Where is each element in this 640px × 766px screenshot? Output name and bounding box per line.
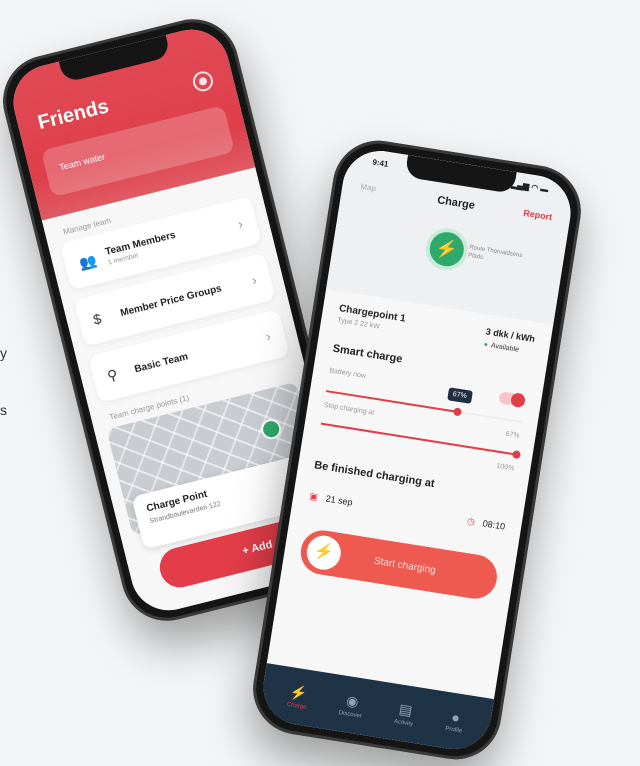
chargepoint-price: 3 dkk / kWh: [485, 326, 536, 345]
stop-row: Stop charging at 67%: [323, 402, 520, 440]
map-label: Route Thorvaldsens Plads: [467, 244, 523, 261]
smart-charge-toggle[interactable]: [498, 391, 526, 408]
battery-now-label: Battery now: [328, 366, 367, 380]
stop-slider-knob[interactable]: [511, 450, 522, 460]
tab-discover-label: Discover: [338, 709, 363, 720]
settings-icon[interactable]: [190, 69, 216, 94]
charge-body: Chargepoint 1 Type 2 22 kW 3 dkk / kWh A…: [280, 289, 553, 616]
tab-activity[interactable]: ▤ Activity: [393, 699, 417, 728]
start-charging-button[interactable]: ⚡ Start charging: [297, 527, 501, 602]
edge-text-1: y: [0, 345, 7, 361]
tab-charge-label: Charge: [286, 701, 307, 711]
date-picker[interactable]: ▣ 21 sep: [309, 491, 354, 509]
date-value: 21 sep: [325, 493, 354, 508]
badge-icon: ⚲: [105, 365, 120, 384]
basic-team-label: Basic Team: [133, 350, 190, 375]
calendar-icon: ▣: [308, 490, 319, 503]
tab-activity-label: Activity: [393, 718, 414, 728]
availability-badge: Available: [483, 341, 533, 356]
dollar-icon: $: [91, 310, 103, 328]
tab-bar: ⚡ Charge ◉ Discover ▤ Activity ● Profile: [258, 663, 494, 755]
bolt-pin-icon: ⚡: [422, 225, 471, 274]
user-icon: ●: [450, 708, 462, 726]
battery-slider-knob[interactable]: [452, 407, 462, 417]
member-price-groups-label: Member Price Groups: [119, 282, 223, 319]
tab-profile[interactable]: ● Profile: [444, 708, 466, 735]
tab-discover[interactable]: ◉ Discover: [338, 691, 365, 719]
clock-icon: ◷: [466, 515, 476, 527]
map-pin-icon[interactable]: [259, 417, 284, 442]
list-icon: ▤: [397, 699, 414, 718]
time-picker[interactable]: ◷ 08:10: [466, 515, 506, 533]
tab-charge[interactable]: ⚡ Charge: [287, 683, 310, 711]
battery-value: 67%: [505, 430, 520, 440]
time-value: 08:10: [482, 518, 506, 532]
bolt-tab-icon: ⚡: [289, 682, 309, 702]
bolt-icon: ⚡: [304, 533, 344, 573]
start-charging-label: Start charging: [373, 555, 437, 576]
charge-screen: 9:41 ▂▄▆ ◠ ▬ Map Charge Report ⚡ Route T…: [258, 145, 576, 755]
users-icon: 👥: [77, 251, 99, 271]
edge-text-2: s: [0, 402, 7, 418]
tab-profile-label: Profile: [444, 725, 463, 735]
stop-charging-label: Stop charging at: [323, 401, 375, 417]
stop-value: 100%: [496, 462, 515, 473]
compass-icon: ◉: [345, 691, 360, 710]
battery-tooltip: 67%: [446, 387, 473, 404]
page-title: Friends: [35, 95, 112, 135]
datetime-row: ▣ 21 sep ◷ 08:10: [309, 491, 506, 533]
charge-phone: 9:41 ▂▄▆ ◠ ▬ Map Charge Report ⚡ Route T…: [246, 134, 588, 766]
team-name: Team water: [58, 151, 106, 173]
